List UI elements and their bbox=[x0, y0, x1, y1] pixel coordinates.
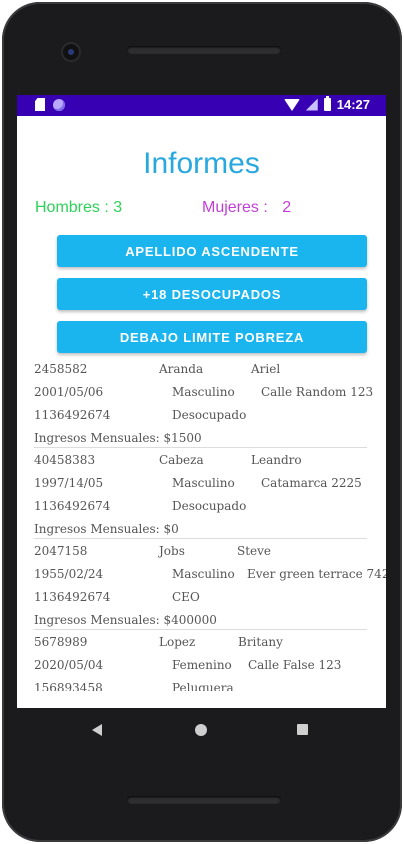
record-birthdate: 1955/02/24 bbox=[34, 567, 104, 581]
record-name: Steve bbox=[237, 544, 272, 558]
record-birthdate: 2001/05/06 bbox=[34, 385, 104, 399]
sd-card-icon bbox=[35, 98, 45, 111]
earpiece-speaker bbox=[127, 46, 281, 54]
record-name: Britany bbox=[238, 635, 283, 649]
record-birthdate: 1997/14/05 bbox=[34, 476, 104, 490]
record-name: Ariel bbox=[251, 362, 281, 376]
record-address: Calle False 123 bbox=[248, 658, 342, 672]
cell-signal-icon bbox=[305, 98, 318, 111]
wifi-icon bbox=[283, 98, 300, 111]
record-surname: Cabeza bbox=[159, 453, 204, 467]
list-item[interactable]: 40458383 Cabeza Leandro 1997/14/05 Mascu… bbox=[17, 448, 367, 539]
record-surname: Aranda bbox=[159, 362, 204, 376]
record-gender: Femenino bbox=[172, 658, 232, 672]
system-navigation-bar bbox=[0, 708, 404, 750]
record-gender: Masculino bbox=[172, 567, 235, 581]
record-income: Ingresos Mensuales: $1500 bbox=[34, 431, 202, 445]
record-dni: 2458582 bbox=[34, 362, 88, 376]
record-dni: 5678989 bbox=[34, 635, 88, 649]
back-icon[interactable] bbox=[92, 724, 102, 736]
record-dni: 2047158 bbox=[34, 544, 88, 558]
record-surname: Jobs bbox=[159, 544, 185, 558]
men-count: Hombres : 3 bbox=[35, 199, 122, 217]
record-dni: 40458383 bbox=[34, 453, 96, 467]
women-count-value: 2 bbox=[282, 199, 292, 216]
recent-apps-icon[interactable] bbox=[297, 724, 308, 735]
record-address: Ever green terrace 742 bbox=[247, 567, 386, 581]
record-occupation: CEO bbox=[172, 590, 200, 604]
record-phone: 1136492674 bbox=[34, 590, 111, 604]
women-count: Mujeres : 2 bbox=[202, 199, 291, 217]
record-occupation: Desocupado bbox=[172, 408, 247, 422]
app-screen: 14:27 Informes Hombres : 3 Mujeres : 2 A… bbox=[17, 95, 386, 708]
record-gender: Masculino bbox=[172, 476, 235, 490]
bottom-speaker bbox=[127, 796, 281, 804]
front-camera bbox=[63, 44, 79, 60]
page-title: Informes bbox=[143, 147, 260, 180]
record-occupation: Desocupado bbox=[172, 499, 247, 513]
record-gender: Masculino bbox=[172, 385, 235, 399]
record-occupation: Peluquera bbox=[172, 681, 234, 691]
list-item[interactable]: 2047158 Jobs Steve 1955/02/24 Masculino … bbox=[17, 539, 386, 630]
men-count-label: Hombres : bbox=[35, 199, 114, 216]
record-income: Ingresos Mensuales: $400000 bbox=[34, 613, 217, 627]
below-poverty-line-button[interactable]: DEBAJO LIMITE POBREZA bbox=[57, 321, 367, 353]
record-phone: 156893458 bbox=[34, 681, 103, 691]
unemployed-adults-button[interactable]: +18 DESOCUPADOS bbox=[57, 278, 367, 310]
battery-icon bbox=[323, 96, 331, 111]
record-address: Catamarca 2225 bbox=[261, 476, 362, 490]
women-count-label: Mujeres : bbox=[202, 199, 273, 216]
men-count-value: 3 bbox=[113, 199, 123, 216]
status-bar: 14:27 bbox=[17, 95, 386, 116]
list-item[interactable]: 5678989 Lopez Britany 2020/05/04 Femenin… bbox=[17, 630, 367, 691]
people-list[interactable]: 2458582 Aranda Ariel 2001/05/06 Masculin… bbox=[17, 357, 386, 691]
record-phone: 1136492674 bbox=[34, 408, 111, 422]
notification-dot-icon bbox=[53, 98, 65, 111]
record-surname: Lopez bbox=[159, 635, 196, 649]
sort-surname-ascending-button[interactable]: APELLIDO ASCENDENTE bbox=[57, 235, 367, 267]
record-birthdate: 2020/05/04 bbox=[34, 658, 104, 672]
record-address: Calle Random 123 bbox=[261, 385, 374, 399]
record-phone: 1136492674 bbox=[34, 499, 111, 513]
record-name: Leandro bbox=[251, 453, 302, 467]
record-income: Ingresos Mensuales: $0 bbox=[34, 522, 179, 536]
home-icon[interactable] bbox=[195, 724, 207, 736]
status-time: 14:27 bbox=[336, 97, 370, 112]
list-item[interactable]: 2458582 Aranda Ariel 2001/05/06 Masculin… bbox=[17, 357, 373, 448]
